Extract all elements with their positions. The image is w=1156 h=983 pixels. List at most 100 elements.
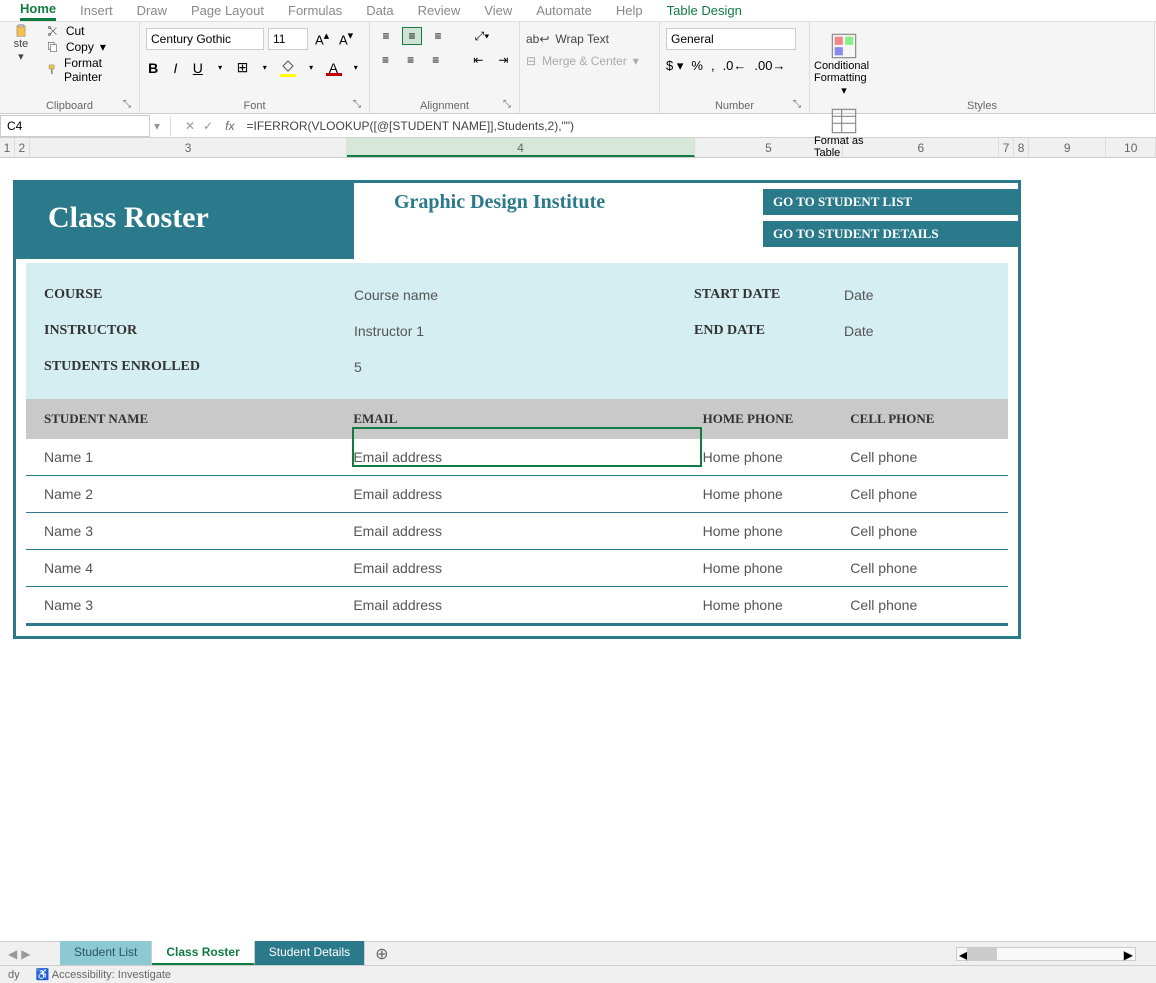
align-bottom-button[interactable]: ≡ xyxy=(428,27,448,45)
number-format-select[interactable] xyxy=(666,28,796,50)
tab-data[interactable]: Data xyxy=(366,3,393,18)
table-row[interactable]: Name 3 Email address Home phone Cell pho… xyxy=(26,587,1008,626)
header-cell-phone[interactable]: CELL PHONE xyxy=(850,411,990,427)
paste-button[interactable]: ste▾ xyxy=(6,24,36,84)
header-email[interactable]: EMAIL xyxy=(353,411,702,427)
tab-review[interactable]: Review xyxy=(418,3,461,18)
tab-table-design[interactable]: Table Design xyxy=(667,3,742,18)
wrap-text-button[interactable]: ab↩ Wrap Text xyxy=(526,28,653,50)
decrease-indent-button[interactable]: ⇤ xyxy=(469,51,488,69)
increase-indent-button[interactable]: ⇥ xyxy=(494,51,513,69)
cell-home-phone[interactable]: Home phone xyxy=(703,523,851,539)
cell-email[interactable]: Email address xyxy=(353,449,702,465)
bold-button[interactable]: B xyxy=(146,60,160,76)
name-box[interactable] xyxy=(0,115,150,137)
sheet-prev-button[interactable]: ◀ xyxy=(8,947,17,961)
cut-button[interactable]: Cut xyxy=(46,24,133,38)
cell-cell-phone[interactable]: Cell phone xyxy=(850,560,990,576)
col-7[interactable]: 7 xyxy=(999,138,1014,157)
formula-input[interactable]: =IFERROR(VLOOKUP([@[STUDENT NAME]],Stude… xyxy=(239,119,1156,133)
align-top-button[interactable]: ≡ xyxy=(376,27,396,45)
table-row[interactable]: Name 1 Email address Home phone Cell pho… xyxy=(26,439,1008,476)
cell-home-phone[interactable]: Home phone xyxy=(703,449,851,465)
cell-email[interactable]: Email address xyxy=(353,560,702,576)
enter-formula-button[interactable]: ✓ xyxy=(203,119,213,133)
cell-home-phone[interactable]: Home phone xyxy=(703,560,851,576)
tab-insert[interactable]: Insert xyxy=(80,3,113,18)
table-row[interactable]: Name 4 Email address Home phone Cell pho… xyxy=(26,550,1008,587)
merge-center-button[interactable]: ⊟ Merge & Center ▾ xyxy=(526,50,653,72)
col-3[interactable]: 3 xyxy=(30,138,348,157)
table-row[interactable]: Name 2 Email address Home phone Cell pho… xyxy=(26,476,1008,513)
col-2[interactable]: 2 xyxy=(15,138,30,157)
percent-button[interactable]: % xyxy=(691,58,703,74)
clipboard-launcher[interactable]: ⤡ xyxy=(123,99,135,111)
font-launcher[interactable]: ⤡ xyxy=(353,99,365,111)
comma-button[interactable]: , xyxy=(711,58,715,74)
course-value[interactable]: Course name xyxy=(354,287,694,303)
scrollbar-thumb[interactable] xyxy=(967,948,997,960)
cell-home-phone[interactable]: Home phone xyxy=(703,597,851,613)
goto-student-details-link[interactable]: GO TO STUDENT DETAILS xyxy=(763,221,1018,247)
col-8[interactable]: 8 xyxy=(1014,138,1029,157)
sheet-tab-class-roster[interactable]: Class Roster xyxy=(152,941,254,966)
add-sheet-button[interactable]: ⊕ xyxy=(365,944,398,964)
tab-view[interactable]: View xyxy=(484,3,512,18)
spreadsheet-grid[interactable]: Class Roster Graphic Design Institute GO… xyxy=(0,158,1156,914)
align-right-button[interactable]: ≡ xyxy=(426,51,445,69)
goto-student-list-link[interactable]: GO TO STUDENT LIST xyxy=(763,189,1018,215)
cell-email[interactable]: Email address xyxy=(353,523,702,539)
copy-button[interactable]: Copy ▾ xyxy=(46,40,133,54)
horizontal-scrollbar[interactable]: ◀ ▶ xyxy=(956,947,1136,961)
cell-name[interactable]: Name 3 xyxy=(44,597,353,613)
cell-email[interactable]: Email address xyxy=(353,597,702,613)
sheet-tab-student-details[interactable]: Student Details xyxy=(255,941,365,966)
col-1[interactable]: 1 xyxy=(0,138,15,157)
cell-home-phone[interactable]: Home phone xyxy=(703,486,851,502)
table-row[interactable]: Name 3 Email address Home phone Cell pho… xyxy=(26,513,1008,550)
format-painter-button[interactable]: Format Painter xyxy=(46,56,133,84)
conditional-formatting-button[interactable]: Conditional Formatting ▾ xyxy=(814,26,874,97)
tab-home[interactable]: Home xyxy=(20,1,56,21)
cell-cell-phone[interactable]: Cell phone xyxy=(850,449,990,465)
decrease-font-button[interactable]: A▾ xyxy=(336,29,356,49)
sheet-tab-student-list[interactable]: Student List xyxy=(60,941,152,966)
sheet-next-button[interactable]: ▶ xyxy=(21,947,30,961)
header-home-phone[interactable]: HOME PHONE xyxy=(703,411,851,427)
tab-draw[interactable]: Draw xyxy=(137,3,167,18)
number-launcher[interactable]: ⤡ xyxy=(793,99,805,111)
col-10[interactable]: 10 xyxy=(1106,138,1156,157)
align-middle-button[interactable]: ≡ xyxy=(402,27,422,45)
start-date-value[interactable]: Date xyxy=(844,287,874,303)
alignment-launcher[interactable]: ⤡ xyxy=(503,99,515,111)
font-size-input[interactable] xyxy=(268,28,308,50)
tab-automate[interactable]: Automate xyxy=(536,3,592,18)
tab-help[interactable]: Help xyxy=(616,3,643,18)
tab-page-layout[interactable]: Page Layout xyxy=(191,3,264,18)
align-center-button[interactable]: ≡ xyxy=(401,51,420,69)
col-9[interactable]: 9 xyxy=(1029,138,1106,157)
underline-button[interactable]: U xyxy=(191,60,205,76)
font-color-button[interactable]: A xyxy=(326,60,340,76)
col-4[interactable]: 4 xyxy=(347,138,694,157)
cell-name[interactable]: Name 1 xyxy=(44,449,353,465)
cell-email[interactable]: Email address xyxy=(353,486,702,502)
accessibility-status[interactable]: ♿ Accessibility: Investigate xyxy=(36,968,171,981)
header-student-name[interactable]: STUDENT NAME xyxy=(44,411,353,427)
cancel-formula-button[interactable]: ✕ xyxy=(185,119,195,133)
font-name-input[interactable] xyxy=(146,28,264,50)
fill-color-button[interactable] xyxy=(280,58,296,77)
cell-cell-phone[interactable]: Cell phone xyxy=(850,486,990,502)
fx-icon[interactable]: fx xyxy=(221,119,238,133)
cell-name[interactable]: Name 4 xyxy=(44,560,353,576)
increase-font-button[interactable]: A▴ xyxy=(312,29,332,49)
tab-formulas[interactable]: Formulas xyxy=(288,3,342,18)
currency-button[interactable]: $ ▾ xyxy=(666,58,683,74)
cell-cell-phone[interactable]: Cell phone xyxy=(850,597,990,613)
border-button[interactable]: ⊞ xyxy=(235,59,249,76)
decrease-decimal-button[interactable]: .00→ xyxy=(754,58,785,74)
cell-name[interactable]: Name 2 xyxy=(44,486,353,502)
end-date-value[interactable]: Date xyxy=(844,323,874,339)
name-box-dropdown[interactable]: ▾ xyxy=(150,119,164,133)
enrolled-value[interactable]: 5 xyxy=(354,359,694,375)
